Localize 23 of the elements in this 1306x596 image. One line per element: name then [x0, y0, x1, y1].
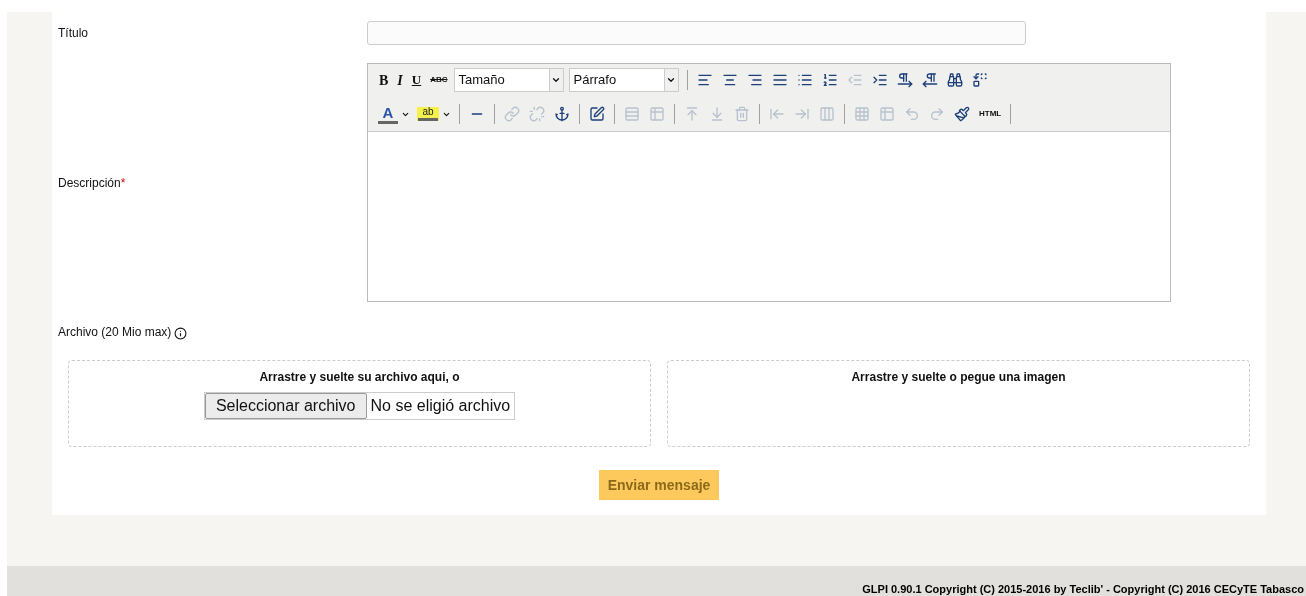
- format-button[interactable]: ABC: [427, 70, 451, 90]
- field-label: Descripción*: [58, 174, 127, 192]
- color-picker-button[interactable]: A: [376, 104, 412, 124]
- toolbar-dropdown[interactable]: Tamaño: [453, 68, 564, 92]
- drop-zone[interactable]: Arrastre y suelte o pegue una imagen: [667, 360, 1250, 447]
- caret-icon: [551, 75, 562, 85]
- format-button[interactable]: B: [376, 70, 392, 90]
- file-status-text: No se eligió archivo: [369, 396, 512, 416]
- toolbar-dropdown[interactable]: Párrafo: [568, 68, 679, 92]
- file-input-field[interactable]: Seleccionar archivo No se eligió archivo: [203, 392, 516, 420]
- footer-text: GLPI 0.90.1 Copyright (C) 2015-2016 by Teclib' - Copyright (C) 2016 CECyTE Tabasco: [862, 584, 1304, 595]
- drop-zone[interactable]: Arrastre y suelte su archivo aqui, o Seleccionar archivo No se eligió archivo: [68, 360, 651, 447]
- title-input[interactable]: [367, 21, 1026, 45]
- info-icon: [174, 327, 188, 340]
- caret-icon: [666, 75, 677, 85]
- drop-zone-text: Arrastre y suelte o pegue una imagen: [851, 369, 1066, 386]
- field-label: Archivo (20 Mio max): [58, 324, 172, 341]
- choose-file-button[interactable]: Seleccionar archivo: [204, 393, 367, 419]
- format-button[interactable]: U: [408, 70, 425, 90]
- drop-zone-text: Arrastre y suelte su archivo aqui, o: [259, 369, 460, 386]
- format-button[interactable]: I: [394, 70, 406, 90]
- field-label: Título: [58, 25, 89, 42]
- format-button[interactable]: HTML: [976, 104, 1005, 124]
